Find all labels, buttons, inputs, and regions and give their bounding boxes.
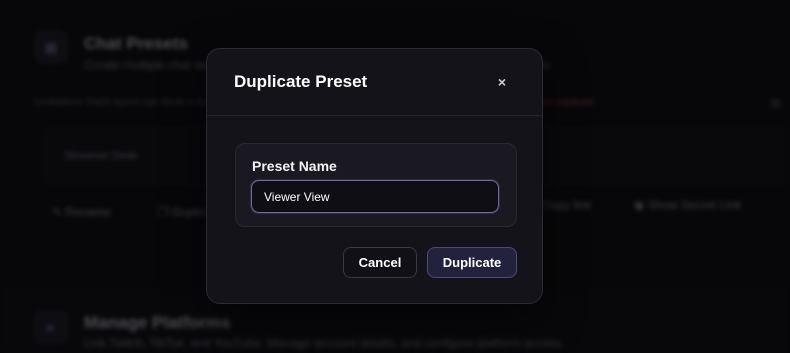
preset-name-input[interactable] [251,180,499,213]
close-icon: × [497,74,507,90]
duplicate-button[interactable]: Duplicate [427,247,517,278]
preset-name-field-group: Preset Name [235,143,517,227]
cancel-button[interactable]: Cancel [343,247,417,278]
dialog-header: Duplicate Preset × [207,49,542,116]
duplicate-preset-dialog: Duplicate Preset × Preset Name Cancel Du… [206,48,543,304]
close-button[interactable]: × [492,72,512,92]
preset-name-label: Preset Name [252,158,337,174]
dialog-title: Duplicate Preset [234,72,368,91]
